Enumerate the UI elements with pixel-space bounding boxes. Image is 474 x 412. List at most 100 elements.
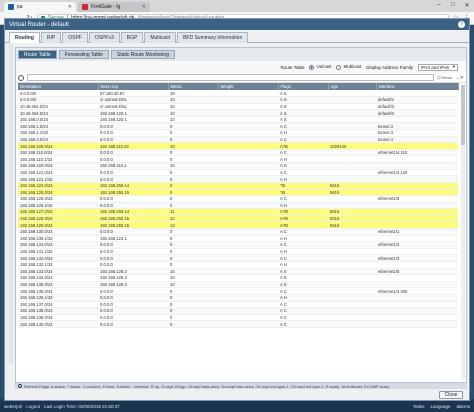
subtab-forwarding-table[interactable]: Forwarding Table <box>58 50 109 59</box>
table-cell <box>328 307 376 315</box>
table-row[interactable]: 192.168.126.1/32 0.0.0.0 0 A H <box>18 202 458 210</box>
table-cell: 192.168.130.1/32 <box>18 235 98 243</box>
table-cell: 192.168.121.1/32 <box>18 175 98 183</box>
table-cell <box>328 103 376 111</box>
table-row[interactable]: 192.168.121.1/32 0.0.0.0 0 A H <box>18 175 458 183</box>
address-family-select[interactable]: IPv4 and IPv6 ▾ <box>418 63 458 71</box>
table-row[interactable]: 10.49.254.0/24 vr untrust-DSL 10 A S default… <box>18 103 458 111</box>
browser-tab-pa[interactable]: pa ✕ <box>4 2 76 12</box>
table-row[interactable]: 192.168.135.0/24 192.168.126.3 10 A S <box>18 281 458 289</box>
unicast-radio[interactable]: Unicast <box>309 64 331 70</box>
table-cell: ethernet1/4.120 <box>376 169 458 177</box>
maximize-icon[interactable]: □ <box>446 0 460 10</box>
table-row[interactable]: 192.168.126.0/24 0.0.0.0 0 A C ethernet1/5 <box>18 195 458 203</box>
footer-language-link[interactable]: Language <box>430 404 450 409</box>
vertical-scrollbar[interactable] <box>461 85 465 380</box>
table-row[interactable]: 192.168.132.1/32 0.0.0.0 0 A H <box>18 261 458 269</box>
refresh-icon[interactable] <box>18 384 22 388</box>
table-cell: A C <box>278 122 328 131</box>
tab-rip[interactable]: RIP <box>40 32 62 43</box>
help-icon[interactable]: ? <box>458 21 465 28</box>
footer-logout-link[interactable]: Logout <box>26 404 40 409</box>
table-row[interactable]: 192.168.120.0/24 192.168.110.1 10 A S <box>18 162 458 170</box>
footer-alarms-link[interactable]: alarms <box>456 404 470 409</box>
column-header[interactable]: Metric <box>168 83 219 90</box>
table-row[interactable]: 192.168.134.0/24 192.168.126.3 10 A S <box>18 274 458 282</box>
table-cell: 10 <box>168 116 218 124</box>
table-row[interactable]: 192.168.130.1/32 192.168.123.1 0 A H <box>18 235 458 243</box>
table-row[interactable]: 192.168.1.0/24 0.0.0.0 0 A C tunnel.3 <box>18 122 458 131</box>
tab-multicast[interactable]: Multicast <box>144 32 177 43</box>
table-cell <box>218 281 278 289</box>
tab-ospfv3[interactable]: OSPFv3 <box>88 32 120 43</box>
column-header[interactable]: Next Hop <box>98 83 169 90</box>
close-tab-icon[interactable]: ✕ <box>68 4 72 10</box>
table-row[interactable]: 192.168.110.1/32 0.0.0.0 0 A H <box>18 155 458 164</box>
table-cell: 0 <box>168 294 218 302</box>
table-row[interactable]: 192.168.132.0/24 0.0.0.0 0 A C ethernet1/3 <box>18 254 458 262</box>
footer-tasks-link[interactable]: Tasks <box>413 404 425 409</box>
table-cell: 10 <box>168 281 218 289</box>
dialog-titlebar: Virtual Router - default ? <box>5 19 469 30</box>
table-row[interactable]: 192.168.140.0/24 0.0.0.0 0 A C <box>18 320 458 328</box>
subtab-static-route-monitoring[interactable]: Static Route Monitoring <box>110 50 175 59</box>
table-cell: 192.168.136.0/24 <box>18 287 98 295</box>
column-header[interactable]: Destination <box>18 83 99 90</box>
table-cell <box>328 320 376 328</box>
table-cell: 192.168.138.0/24 <box>18 307 98 315</box>
table-row[interactable]: 192.168.136.1/32 0.0.0.0 0 A H <box>18 294 458 302</box>
items-count: 72 items <box>436 75 452 80</box>
minimize-icon[interactable]: – <box>432 0 446 10</box>
table-cell <box>218 195 278 203</box>
table-row[interactable]: 192.168.139.0/24 0.0.0.0 0 A C <box>18 314 458 322</box>
table-cell: 87.190.30.67 <box>98 90 168 98</box>
subtab-route-table[interactable]: Route Table <box>18 50 57 59</box>
browser-tab-fortigate[interactable]: FortiGate - fg ✕ <box>78 2 150 12</box>
column-header[interactable]: Flags <box>278 83 329 90</box>
table-row[interactable]: 192.168.137.0/24 0.0.0.0 0 A C <box>18 301 458 309</box>
table-cell: 0.0.0.0 <box>98 248 168 256</box>
table-row[interactable]: 192.168.3.0/24 0.0.0.0 0 A C tunnel.4 <box>18 136 458 144</box>
table-row[interactable]: 192.168.124.0/24 192.168.255.14 0 ?B 5615 <box>18 182 458 190</box>
tab-routing[interactable]: Routing <box>9 32 40 43</box>
column-header[interactable]: Age <box>328 83 377 90</box>
clear-filter-icon[interactable]: →✕ <box>455 75 464 81</box>
search-input[interactable] <box>27 74 434 81</box>
tab-bfd-summary[interactable]: BFD Summary Information <box>177 32 249 43</box>
table-row[interactable]: 192.168.129.0/24 192.168.255.15 13 A?B 5615 <box>18 221 458 229</box>
table-row[interactable]: 192.168.110.0/24 0.0.0.0 0 A C ethernet1/4.1… <box>18 149 458 157</box>
table-row[interactable]: 192.168.133.0/24 192.168.126.2 10 A S ethern… <box>18 268 458 276</box>
close-window-icon[interactable]: ✕ <box>460 0 474 10</box>
table-cell: 10 <box>168 103 218 111</box>
table-row[interactable]: 192.168.100.0/24 192.168.110.32 10 A?B 10291… <box>18 142 458 150</box>
table-cell <box>218 129 278 137</box>
table-cell <box>376 320 458 328</box>
column-header[interactable]: Interface <box>376 83 459 90</box>
table-row[interactable]: 192.168.127.0/24 192.168.255.14 11 A?B 5615 <box>18 208 458 216</box>
table-row[interactable]: 10.49.254.0/24 192.168.120.1 10 A S default/… <box>18 109 458 117</box>
multicast-radio[interactable]: Multicast <box>336 64 361 70</box>
column-header[interactable]: Weight <box>218 83 279 90</box>
scroll-thumb[interactable] <box>461 85 465 145</box>
table-row[interactable]: 192.168.131.0/24 0.0.0.0 0 A C ethernet1/2 <box>18 241 458 249</box>
table-row[interactable]: 192.168.0.0/16 192.168.120.1 10 A S <box>18 116 458 124</box>
table-row[interactable]: 192.168.130.0/24 0.0.0.0 0 A C ethernet1/1 <box>18 228 458 236</box>
close-button[interactable]: Close <box>439 391 463 399</box>
table-row[interactable]: 192.168.136.0/24 0.0.0.0 0 A C ethernet1/4.2… <box>18 287 458 295</box>
tab-ospf[interactable]: OSPF <box>62 32 88 43</box>
table-row[interactable]: 192.168.1.1/32 0.0.0.0 0 A H tunnel.3 <box>18 129 458 137</box>
table-row[interactable]: 192.168.138.0/24 0.0.0.0 0 A C <box>18 307 458 315</box>
table-row[interactable]: 192.168.131.1/32 0.0.0.0 0 A H <box>18 248 458 256</box>
table-cell <box>376 215 458 223</box>
table-cell: 0 <box>168 175 218 183</box>
table-row[interactable]: 192.168.121.0/24 0.0.0.0 0 A C ethernet1/4.1… <box>18 169 458 177</box>
table-cell: 0.0.0.0 <box>98 149 168 157</box>
table-row[interactable]: 192.168.128.0/24 192.168.255.15 12 A?B 5615 <box>18 215 458 223</box>
table-row[interactable]: 0.0.0.0/0 vr untrust-DSL 10 A S default/1 <box>18 96 458 104</box>
table-cell: A C <box>278 169 328 177</box>
table-row[interactable]: 192.168.125.0/24 192.168.255.15 0 ?B 5615 <box>18 188 458 196</box>
table-row[interactable]: 0.0.0.0/0 87.190.30.67 10 A S <box>18 90 458 98</box>
close-tab-icon[interactable]: ✕ <box>142 4 146 10</box>
tab-bgp[interactable]: BGP <box>120 32 144 43</box>
table-cell: 10 <box>168 274 218 282</box>
